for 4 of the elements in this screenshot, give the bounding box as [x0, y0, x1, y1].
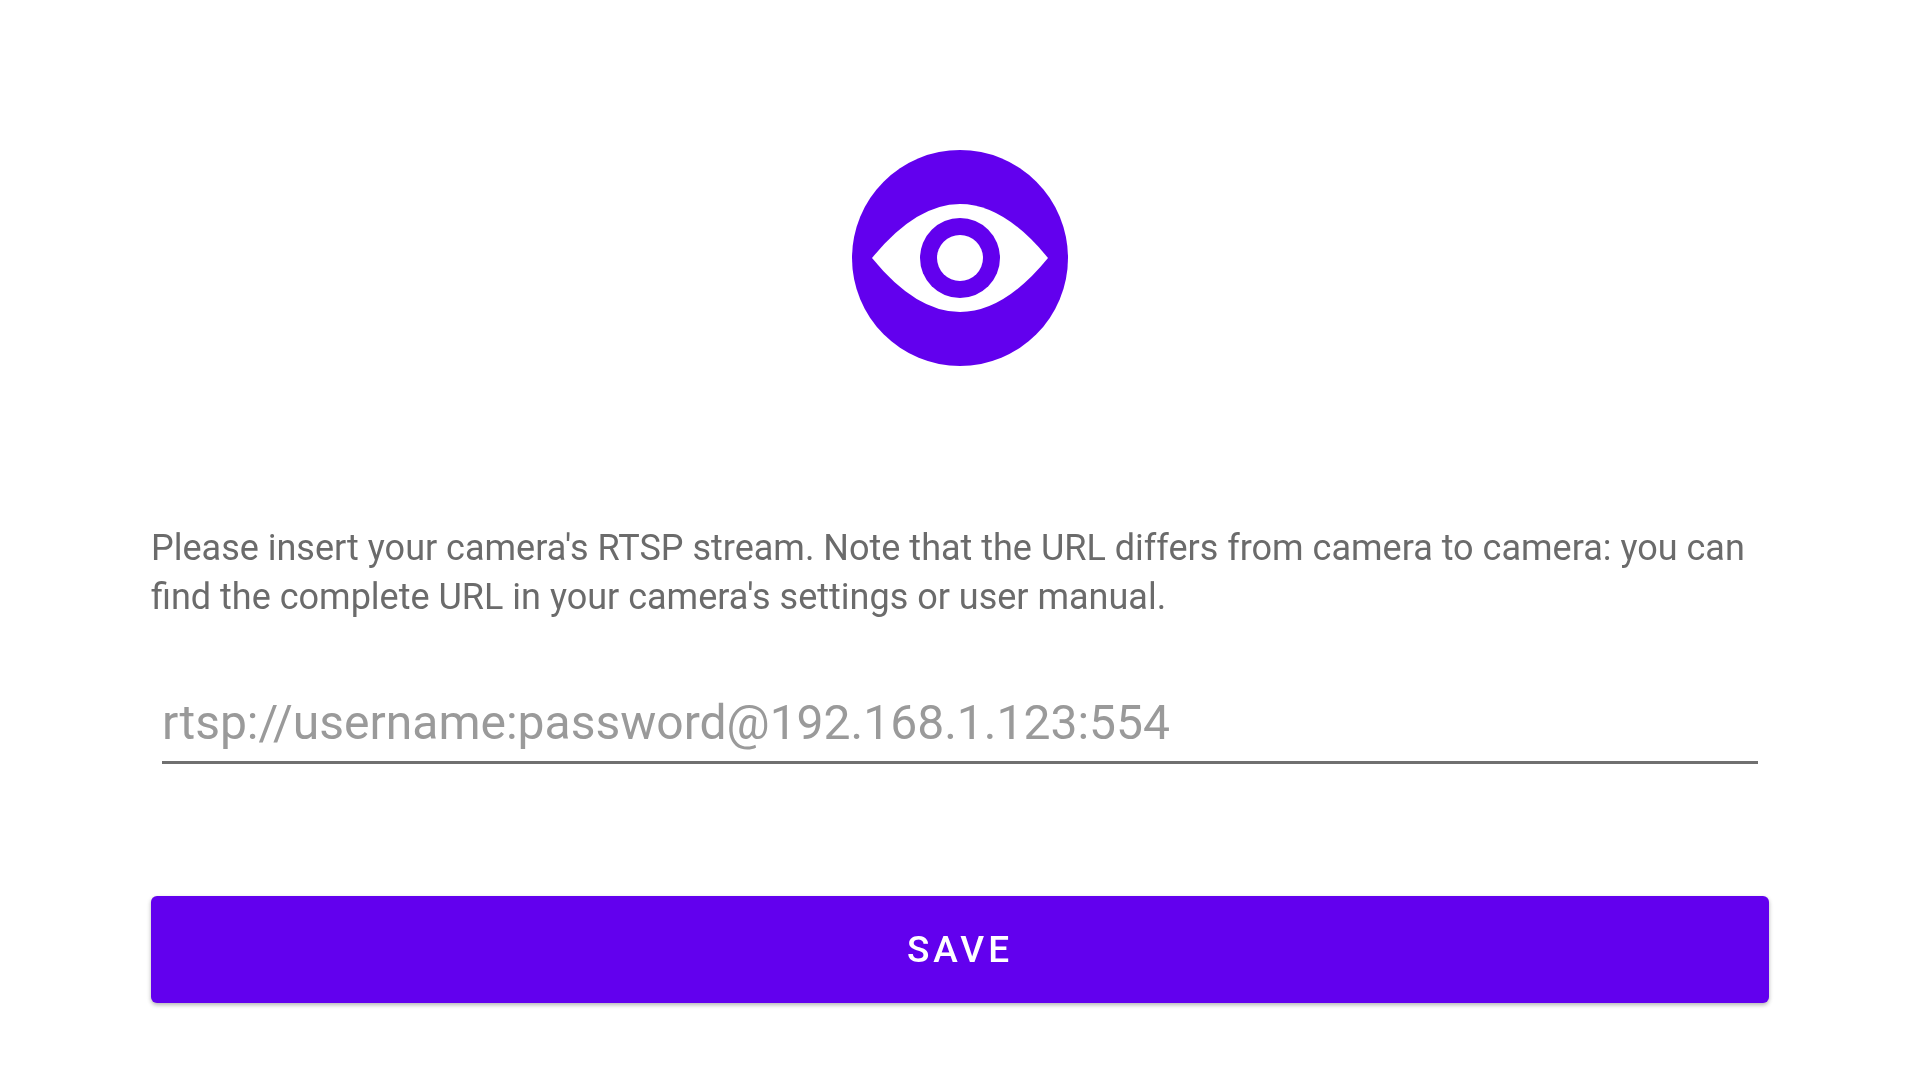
instructions-text: Please insert your camera's RTSP stream. Note that the URL differs from camera to camera: you can find the complete URL in your camera's settings or user manual. [151, 526, 1746, 620]
eye-icon [852, 150, 1068, 366]
save-button[interactable]: SAVE [151, 896, 1769, 1003]
stream-url-field[interactable]: rtsp://username:password@192.168.1.123:554 [162, 694, 1758, 764]
